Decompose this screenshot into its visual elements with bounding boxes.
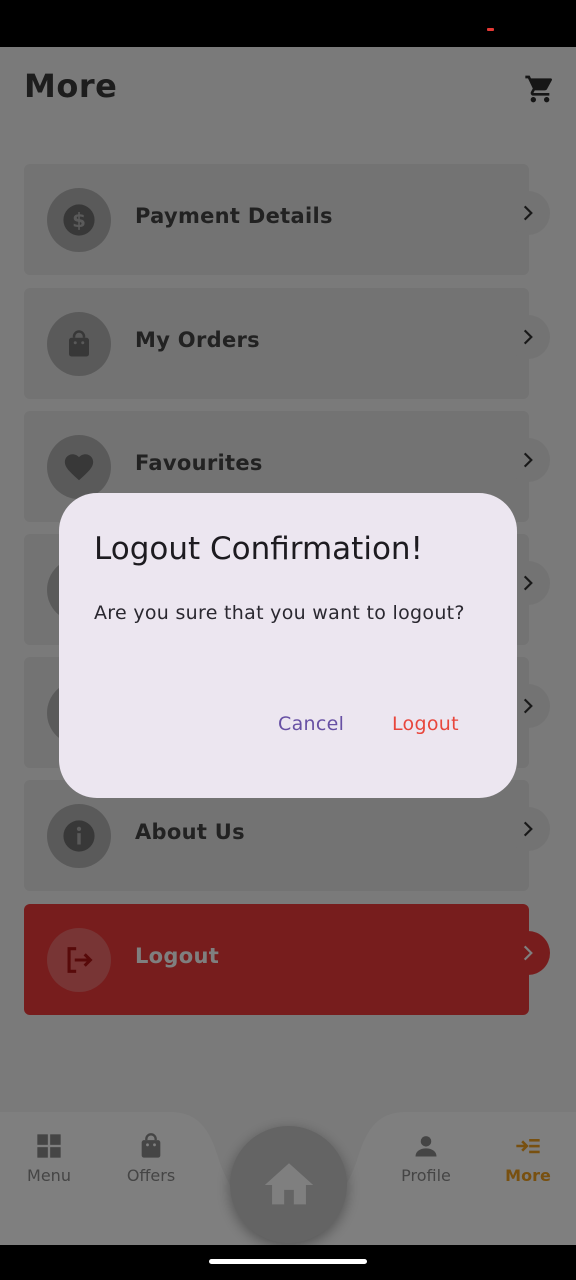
recording-indicator	[487, 28, 494, 31]
dialog-title: Logout Confirmation!	[94, 531, 423, 567]
system-gesture-bar	[0, 1245, 576, 1280]
logout-dialog: Logout Confirmation! Are you sure that y…	[59, 493, 517, 798]
cancel-button[interactable]: Cancel	[278, 713, 344, 735]
gesture-handle[interactable]	[209, 1259, 367, 1264]
dialog-message: Are you sure that you want to logout?	[94, 602, 465, 624]
app-screen: More $ Payment Details My Orders	[0, 47, 576, 1245]
status-bar	[0, 0, 576, 47]
confirm-logout-button[interactable]: Logout	[392, 713, 459, 735]
